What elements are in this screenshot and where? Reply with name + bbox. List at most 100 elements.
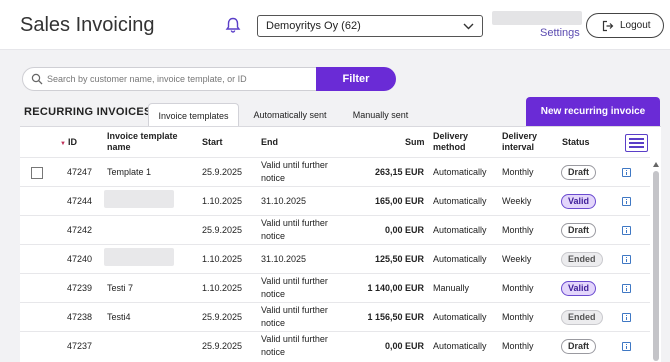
row-id: 47240 bbox=[67, 254, 93, 264]
row-end-line1: Valid until further bbox=[261, 305, 328, 315]
row-sum: 1 156,50 EUR bbox=[367, 312, 424, 322]
row-end: 31.10.2025 bbox=[261, 196, 307, 206]
table-row[interactable]: 47238 Testi4 25.9.2025 Valid until furth… bbox=[20, 302, 650, 331]
row-sum: 0,00 EUR bbox=[384, 225, 424, 235]
table-row[interactable]: 47239 Testi 7 1.10.2025 Valid until furt… bbox=[20, 273, 650, 302]
row-delivery-method: Automatically bbox=[433, 167, 487, 177]
row-end-line1: Valid until further bbox=[261, 334, 328, 344]
status-badge: Draft bbox=[561, 339, 597, 354]
table-row[interactable]: 47247 Template 1 25.9.2025 Valid until f… bbox=[20, 157, 650, 186]
info-icon[interactable] bbox=[622, 197, 631, 206]
table-row[interactable]: 47242 25.9.2025 Valid until further notic… bbox=[20, 215, 650, 244]
row-start: 25.9.2025 bbox=[202, 312, 243, 322]
row-end-line2: notice bbox=[261, 318, 286, 328]
row-sum: 1 140,00 EUR bbox=[367, 283, 424, 293]
column-header-interval-line1: Delivery bbox=[502, 131, 538, 141]
info-icon[interactable] bbox=[622, 313, 631, 322]
column-header-id-label: ID bbox=[67, 137, 77, 147]
row-sum: 263,15 EUR bbox=[374, 167, 424, 177]
row-sum: 0,00 EUR bbox=[384, 341, 424, 351]
info-icon[interactable] bbox=[622, 226, 631, 235]
row-start: 25.9.2025 bbox=[202, 225, 243, 235]
chevron-down-icon bbox=[463, 23, 474, 30]
company-select-value: Demoyritys Oy (62) bbox=[266, 20, 361, 32]
info-icon[interactable] bbox=[622, 342, 631, 351]
column-header-interval-line2: interval bbox=[502, 142, 535, 152]
row-delivery-interval: Monthly bbox=[502, 167, 534, 177]
row-end: 31.10.2025 bbox=[261, 254, 307, 264]
row-end-line2: notice bbox=[261, 289, 286, 299]
filter-button[interactable]: Filter bbox=[316, 67, 396, 91]
row-delivery-interval: Monthly bbox=[502, 283, 534, 293]
new-recurring-invoice-button[interactable]: New recurring invoice bbox=[526, 97, 660, 127]
status-badge: Valid bbox=[561, 281, 597, 296]
row-end-line2: notice bbox=[261, 173, 286, 183]
column-header-start[interactable]: Start bbox=[202, 137, 223, 148]
bell-icon[interactable] bbox=[224, 16, 242, 34]
settings-link[interactable]: Settings bbox=[540, 27, 580, 39]
column-header-id[interactable]: ▼ ID bbox=[60, 137, 77, 150]
column-settings-icon[interactable] bbox=[625, 134, 648, 152]
row-delivery-interval: Monthly bbox=[502, 341, 534, 351]
tab-automatically-sent[interactable]: Automatically sent bbox=[244, 103, 336, 127]
row-delivery-interval: Monthly bbox=[502, 225, 534, 235]
row-end-line1: Valid until further bbox=[261, 218, 328, 228]
invoice-table: ▼ ID Invoice template name Start End Sum D… bbox=[20, 126, 661, 362]
column-header-status[interactable]: Status bbox=[562, 137, 590, 148]
row-end: Valid until further notice bbox=[261, 159, 328, 185]
info-icon[interactable] bbox=[622, 284, 631, 293]
row-template-name: Template 1 bbox=[107, 167, 152, 177]
status-badge: Ended bbox=[561, 252, 603, 267]
row-id: 47238 bbox=[67, 312, 93, 322]
table-scrollbar[interactable] bbox=[652, 159, 660, 362]
column-header-delivery-interval[interactable]: Delivery interval bbox=[502, 131, 537, 153]
row-template-name: Testi4 bbox=[107, 312, 131, 322]
column-header-delivery-method[interactable]: Delivery method bbox=[433, 131, 468, 153]
row-end: Valid until further notice bbox=[261, 333, 328, 359]
scroll-up-icon[interactable] bbox=[653, 162, 659, 167]
row-delivery-method: Automatically bbox=[433, 254, 487, 264]
column-header-name[interactable]: Invoice template name bbox=[107, 131, 178, 153]
row-template-name-redacted bbox=[104, 248, 174, 266]
tab-manually-sent[interactable]: Manually sent bbox=[341, 103, 420, 127]
column-header-sum[interactable]: Sum bbox=[405, 137, 425, 148]
row-start: 1.10.2025 bbox=[202, 283, 243, 293]
row-start: 1.10.2025 bbox=[202, 254, 243, 264]
column-header-method-line2: method bbox=[433, 142, 466, 152]
column-header-end[interactable]: End bbox=[261, 137, 278, 148]
row-start: 25.9.2025 bbox=[202, 167, 243, 177]
info-icon[interactable] bbox=[622, 255, 631, 264]
row-delivery-method: Automatically bbox=[433, 312, 487, 322]
row-id: 47237 bbox=[67, 341, 93, 351]
status-badge: Valid bbox=[561, 194, 597, 209]
logout-icon bbox=[602, 20, 614, 32]
info-icon[interactable] bbox=[622, 168, 631, 177]
row-id: 47239 bbox=[67, 283, 93, 293]
logout-button[interactable]: Logout bbox=[586, 13, 664, 38]
row-delivery-method: Automatically bbox=[433, 341, 487, 351]
row-delivery-method: Automatically bbox=[433, 196, 487, 206]
search-box bbox=[22, 67, 318, 91]
row-end: Valid until further notice bbox=[261, 275, 328, 301]
row-end: Valid until further notice bbox=[261, 217, 328, 243]
table-row[interactable]: 47244 1.10.2025 31.10.2025 165,00 EUR Au… bbox=[20, 186, 650, 215]
row-end-line1: Valid until further bbox=[261, 276, 328, 286]
row-template-name: Testi 7 bbox=[107, 283, 134, 293]
row-id: 47247 bbox=[67, 167, 93, 177]
column-header-name-line2: name bbox=[107, 142, 131, 152]
app-header: Sales Invoicing Demoyritys Oy (62) Setti… bbox=[0, 0, 670, 50]
table-row[interactable]: 47237 25.9.2025 Valid until further notic… bbox=[20, 331, 650, 360]
row-delivery-method: Automatically bbox=[433, 225, 487, 235]
app-title: Sales Invoicing bbox=[20, 14, 155, 36]
tab-invoice-templates[interactable]: Invoice templates bbox=[148, 103, 239, 128]
row-start: 25.9.2025 bbox=[202, 341, 243, 351]
section-title: RECURRING INVOICES bbox=[24, 106, 152, 118]
search-input[interactable] bbox=[47, 71, 312, 87]
company-select[interactable]: Demoyritys Oy (62) bbox=[257, 15, 483, 37]
row-checkbox[interactable] bbox=[31, 167, 43, 179]
logout-label: Logout bbox=[620, 20, 651, 31]
scrollbar-thumb[interactable] bbox=[653, 171, 659, 361]
row-id: 47242 bbox=[67, 225, 93, 235]
row-delivery-interval: Monthly bbox=[502, 312, 534, 322]
table-row[interactable]: 47240 1.10.2025 31.10.2025 125,50 EUR Au… bbox=[20, 244, 650, 273]
